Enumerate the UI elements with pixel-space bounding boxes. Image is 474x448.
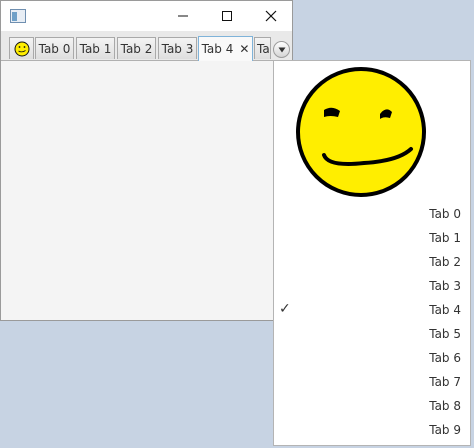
chevron-down-icon (278, 47, 285, 52)
tab-close-icon[interactable]: ✕ (239, 42, 249, 56)
menu-item-tab-9[interactable]: Tab 9 (274, 418, 470, 442)
smiley-face-icon[interactable] (294, 67, 428, 197)
tab-0[interactable]: Tab 0 (35, 37, 74, 59)
menu-item-tab-8[interactable]: Tab 8 (274, 394, 470, 418)
menu-item-label: Tab 9 (429, 423, 461, 437)
smiley-face-icon (14, 41, 29, 56)
menu-item-label: Tab 5 (429, 327, 461, 341)
tab-label: Tab 1 (79, 41, 112, 56)
minimize-icon (178, 15, 188, 17)
menu-item-label: Tab 4 (429, 303, 461, 317)
menu-item-label: Tab 3 (429, 279, 461, 293)
tab-label: Tab 2 (120, 41, 153, 56)
tab-content-area (1, 61, 292, 320)
tab-bar: Tab 0 Tab 1 Tab 2 Tab 3 Tab 4 ✕ Ta (1, 31, 292, 61)
menu-item-tab-4[interactable]: ✓ Tab 4 (274, 298, 470, 322)
maximize-button[interactable] (205, 1, 249, 31)
tab-label: Tab 3 (161, 41, 194, 56)
menu-item-tab-1[interactable]: Tab 1 (274, 226, 470, 250)
tab-label: Tab 4 (201, 42, 234, 56)
tab-4[interactable]: Tab 4 ✕ (198, 36, 253, 61)
maximize-icon (222, 11, 232, 21)
menu-item-tab-0[interactable]: Tab 0 (274, 202, 470, 226)
menu-item-label: Tab 1 (429, 231, 461, 245)
title-bar[interactable] (1, 1, 292, 31)
checkmark-icon: ✓ (279, 301, 291, 317)
tab-overflow-menu: Tab 0 Tab 1 Tab 2 Tab 3 ✓ Tab 4 Tab 5 Ta… (273, 60, 471, 446)
tab-overflow-menu-button[interactable] (273, 41, 290, 58)
menu-item-label: Tab 2 (429, 255, 461, 269)
menu-item-label: Tab 7 (429, 375, 461, 389)
close-icon (265, 10, 277, 22)
menu-item-tab-7[interactable]: Tab 7 (274, 370, 470, 394)
tab-label: Tab 0 (38, 41, 71, 56)
app-window: Tab 0 Tab 1 Tab 2 Tab 3 Tab 4 ✕ Ta (0, 0, 293, 321)
tab-3[interactable]: Tab 3 (158, 37, 197, 59)
close-button[interactable] (249, 1, 293, 31)
tab-5-partial[interactable]: Ta (254, 37, 271, 59)
menu-item-tab-6[interactable]: Tab 6 (274, 346, 470, 370)
minimize-button[interactable] (161, 1, 205, 31)
menu-item-tab-3[interactable]: Tab 3 (274, 274, 470, 298)
tab-label: Ta (257, 41, 270, 56)
tab-smiley[interactable] (9, 37, 34, 59)
menu-item-label: Tab 8 (429, 399, 461, 413)
menu-item-label: Tab 0 (429, 207, 461, 221)
tab-1[interactable]: Tab 1 (76, 37, 115, 59)
menu-item-tab-2[interactable]: Tab 2 (274, 250, 470, 274)
menu-item-tab-5[interactable]: Tab 5 (274, 322, 470, 346)
menu-item-label: Tab 6 (429, 351, 461, 365)
app-window-icon (10, 9, 26, 23)
tab-2[interactable]: Tab 2 (117, 37, 156, 59)
